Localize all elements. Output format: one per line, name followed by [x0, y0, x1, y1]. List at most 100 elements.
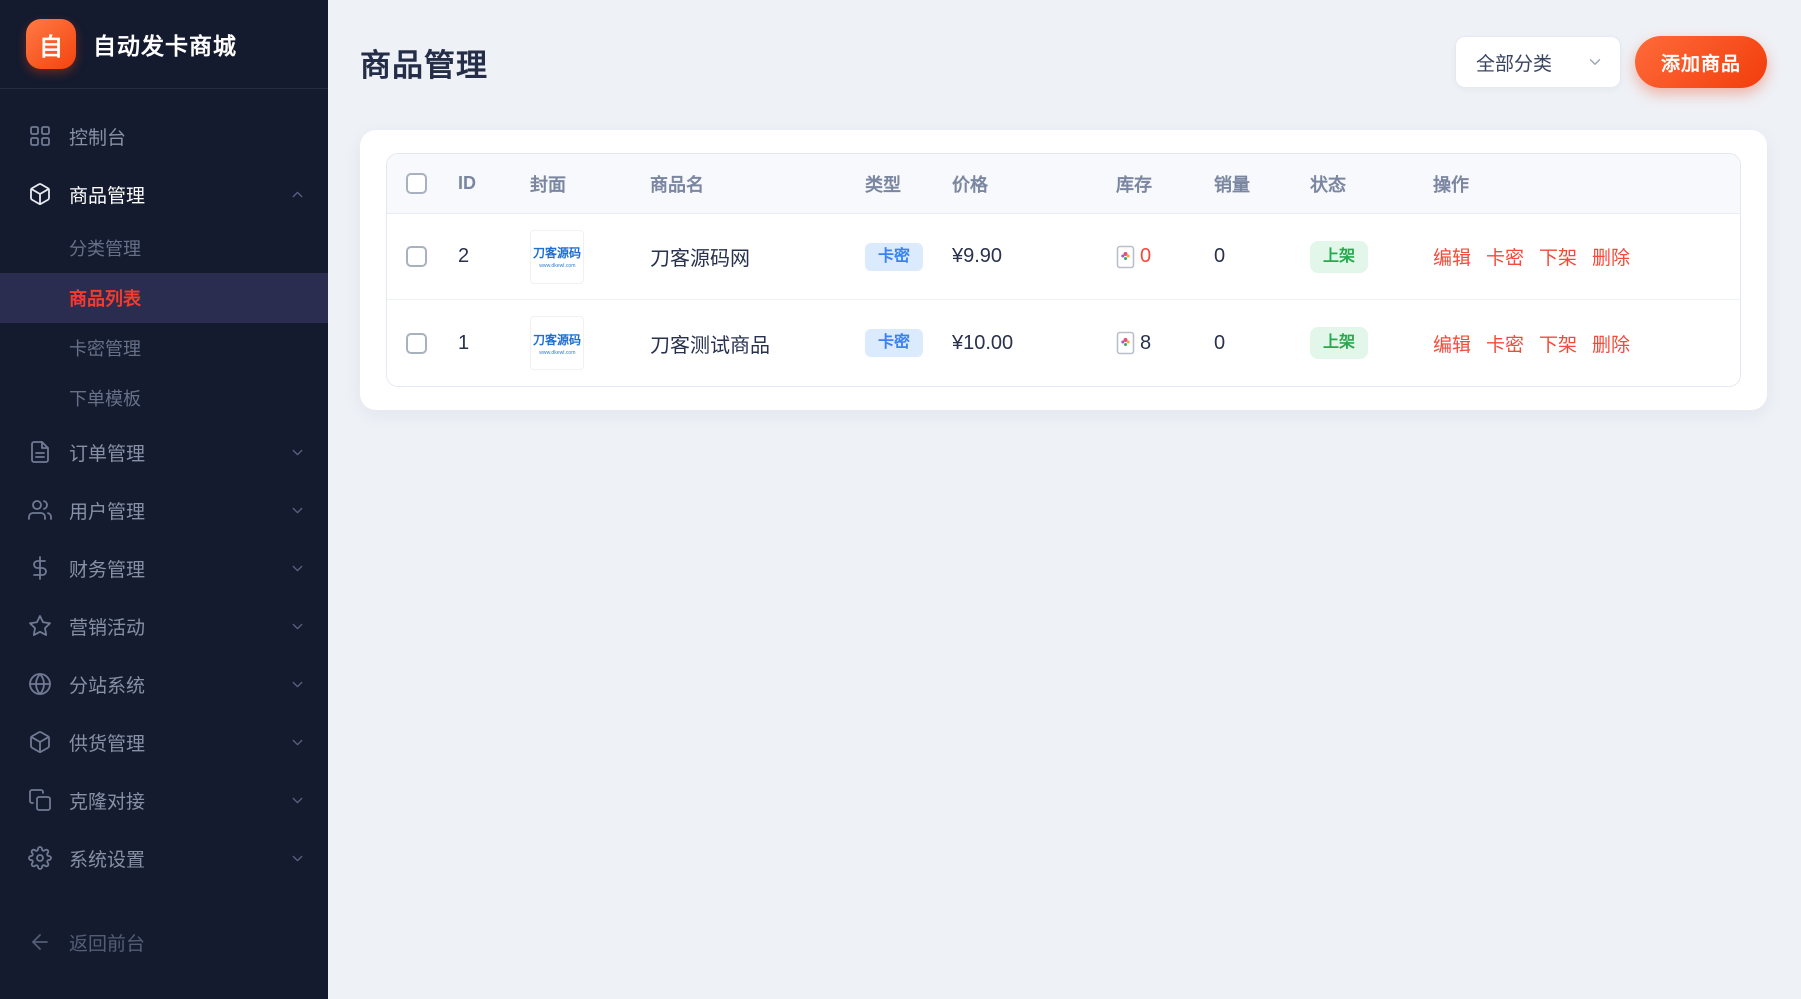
col-header-sales: 销量 [1201, 171, 1297, 197]
chevron-down-icon [289, 850, 306, 867]
sidebar-subitem-order-template[interactable]: 下单模板 [0, 373, 328, 423]
header-controls: 全部分类 添加商品 [1455, 36, 1767, 88]
col-header-cover: 封面 [517, 171, 637, 197]
delete-link[interactable]: 删除 [1592, 330, 1630, 357]
stock-value: 8 [1140, 332, 1151, 355]
sidebar-item-dashboard[interactable]: 控制台 [0, 107, 328, 165]
sidebar-item-label: 克隆对接 [69, 787, 272, 814]
chevron-down-icon [289, 792, 306, 809]
sidebar-subitem-label: 分类管理 [69, 235, 141, 261]
row-checkbox[interactable] [406, 333, 427, 354]
take-down-link[interactable]: 下架 [1539, 330, 1577, 357]
sidebar-item-marketing[interactable]: 营销活动 [0, 597, 328, 655]
sidebar-item-label: 系统设置 [69, 845, 272, 872]
sidebar-item-clone[interactable]: 克隆对接 [0, 771, 328, 829]
status-badge: 上架 [1310, 327, 1368, 359]
stock-value: 0 [1140, 245, 1151, 268]
chevron-down-icon [289, 560, 306, 577]
sidebar-subitem-card-keys[interactable]: 卡密管理 [0, 323, 328, 373]
col-header-id: ID [445, 173, 517, 194]
sidebar-spacer [0, 887, 328, 913]
chevron-up-icon [289, 186, 306, 203]
stock-card-icon [1116, 331, 1135, 355]
product-price: ¥9.90 [939, 245, 1103, 268]
product-price: ¥10.00 [939, 332, 1103, 355]
sidebar-item-label: 商品管理 [69, 181, 272, 208]
sales-value: 0 [1201, 245, 1297, 268]
sidebar-nav: 控制台 商品管理 分类管理 商品列表 卡密管理 下单模板 订单管理 用户管理 [0, 89, 328, 999]
col-header-stock: 库存 [1103, 171, 1201, 197]
sidebar-item-label: 控制台 [69, 123, 306, 150]
table-header-row: ID 封面 商品名 类型 价格 库存 销量 状态 操作 [387, 154, 1740, 214]
sidebar-item-supply[interactable]: 供货管理 [0, 713, 328, 771]
back-to-frontend-link[interactable]: 返回前台 [0, 913, 328, 971]
table-row: 1 刀客源码 www.dkewl.com 刀客测试商品 卡密 ¥10.00 8 … [387, 300, 1740, 386]
col-header-status: 状态 [1297, 171, 1420, 197]
add-product-button[interactable]: 添加商品 [1635, 36, 1767, 88]
row-checkbox[interactable] [406, 246, 427, 267]
chevron-down-icon [289, 618, 306, 635]
sidebar-item-settings[interactable]: 系统设置 [0, 829, 328, 887]
product-table: ID 封面 商品名 类型 价格 库存 销量 状态 操作 2 刀客源码 www.d… [386, 153, 1741, 387]
users-icon [28, 498, 52, 522]
sidebar-item-orders[interactable]: 订单管理 [0, 423, 328, 481]
stock-card-icon [1116, 245, 1135, 269]
type-badge: 卡密 [865, 329, 923, 357]
app-title: 自动发卡商城 [93, 27, 237, 61]
product-id: 1 [445, 332, 517, 355]
sidebar-item-finance[interactable]: 财务管理 [0, 539, 328, 597]
box-icon [28, 730, 52, 754]
product-name: 刀客源码网 [637, 242, 852, 271]
product-cover-image: 刀客源码 www.dkewl.com [530, 230, 584, 284]
sidebar-item-substations[interactable]: 分站系统 [0, 655, 328, 713]
card-keys-link[interactable]: 卡密 [1486, 330, 1524, 357]
category-filter-value: 全部分类 [1476, 49, 1552, 76]
sidebar-item-label: 财务管理 [69, 555, 272, 582]
sidebar-subitem-categories[interactable]: 分类管理 [0, 223, 328, 273]
sidebar-item-label: 供货管理 [69, 729, 272, 756]
row-actions: 编辑 卡密 下架 删除 [1420, 330, 1740, 357]
edit-link[interactable]: 编辑 [1433, 243, 1471, 270]
main-content: 商品管理 全部分类 添加商品 ID 封面 商品名 类型 价格 库存 销量 状态 … [328, 0, 1801, 999]
product-table-card: ID 封面 商品名 类型 价格 库存 销量 状态 操作 2 刀客源码 www.d… [360, 130, 1767, 410]
select-all-checkbox[interactable] [406, 173, 427, 194]
chevron-down-icon [289, 734, 306, 751]
back-label: 返回前台 [69, 929, 145, 956]
edit-link[interactable]: 编辑 [1433, 330, 1471, 357]
sidebar-subitem-product-list[interactable]: 商品列表 [0, 273, 328, 323]
gear-icon [28, 846, 52, 870]
chevron-down-icon [289, 676, 306, 693]
sidebar-item-label: 营销活动 [69, 613, 272, 640]
cover-logo-subtext: www.dkewl.com [539, 350, 575, 355]
col-header-type: 类型 [852, 171, 939, 197]
app-logo-row: 自 自动发卡商城 [0, 0, 328, 89]
sidebar-subitem-label: 商品列表 [69, 285, 141, 311]
chevron-down-icon [289, 444, 306, 461]
product-id: 2 [445, 245, 517, 268]
table-row: 2 刀客源码 www.dkewl.com 刀客源码网 卡密 ¥9.90 0 0 … [387, 214, 1740, 300]
cover-logo-subtext: www.dkewl.com [539, 263, 575, 268]
cover-logo-text: 刀客源码 [533, 331, 581, 348]
dashboard-icon [28, 124, 52, 148]
sidebar-subitem-label: 下单模板 [69, 385, 141, 411]
sidebar-item-label: 分站系统 [69, 671, 272, 698]
sidebar: 自 自动发卡商城 控制台 商品管理 分类管理 商品列表 卡密管理 下单模板 订单… [0, 0, 328, 999]
package-icon [28, 182, 52, 206]
product-cover-image: 刀客源码 www.dkewl.com [530, 316, 584, 370]
col-header-price: 价格 [939, 171, 1103, 197]
category-filter-select[interactable]: 全部分类 [1455, 36, 1621, 88]
type-badge: 卡密 [865, 243, 923, 271]
col-header-actions: 操作 [1420, 171, 1740, 197]
delete-link[interactable]: 删除 [1592, 243, 1630, 270]
sidebar-item-label: 订单管理 [69, 439, 272, 466]
sidebar-item-users[interactable]: 用户管理 [0, 481, 328, 539]
sidebar-item-products[interactable]: 商品管理 [0, 165, 328, 223]
page-header: 商品管理 全部分类 添加商品 [360, 36, 1767, 88]
take-down-link[interactable]: 下架 [1539, 243, 1577, 270]
sidebar-item-label: 用户管理 [69, 497, 272, 524]
globe-icon [28, 672, 52, 696]
col-header-name: 商品名 [637, 171, 852, 197]
chevron-down-icon [289, 502, 306, 519]
sales-value: 0 [1201, 332, 1297, 355]
card-keys-link[interactable]: 卡密 [1486, 243, 1524, 270]
